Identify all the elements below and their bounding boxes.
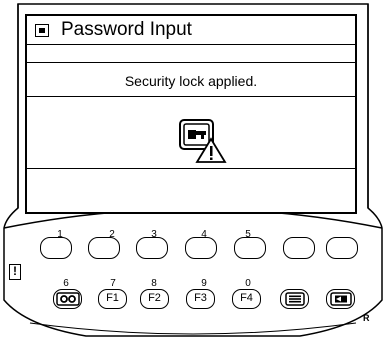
- softkey-5[interactable]: [234, 237, 266, 259]
- key-panel: 1 2 3 4 5 ! 6 7 8 9 0 F1 F2 F3 F4 R: [0, 0, 386, 345]
- release-label: R: [363, 313, 370, 323]
- alert-indicator: !: [9, 264, 21, 280]
- menu-key[interactable]: [280, 289, 309, 309]
- oo-key[interactable]: [53, 289, 82, 309]
- softkey-2[interactable]: [88, 237, 120, 259]
- softkey-6[interactable]: [283, 237, 315, 259]
- softkey-4[interactable]: [185, 237, 217, 259]
- f3-key[interactable]: F3: [186, 289, 215, 309]
- fkey-number: 0: [245, 278, 251, 289]
- f4-key[interactable]: F4: [232, 289, 261, 309]
- f2-key[interactable]: F2: [140, 289, 169, 309]
- oo-icon: [55, 292, 80, 306]
- fkey-number: 9: [201, 278, 207, 289]
- f1-key[interactable]: F1: [98, 289, 127, 309]
- softkey-3[interactable]: [136, 237, 168, 259]
- fkey-number: 6: [63, 278, 69, 289]
- softkey-7[interactable]: [326, 237, 358, 259]
- menu-list-icon: [284, 292, 305, 306]
- softkey-1[interactable]: [40, 237, 72, 259]
- fkey-number: 7: [110, 278, 116, 289]
- fkey-number: 8: [151, 278, 157, 289]
- display-switch-icon: [329, 292, 352, 306]
- display-switch-key[interactable]: [326, 289, 355, 309]
